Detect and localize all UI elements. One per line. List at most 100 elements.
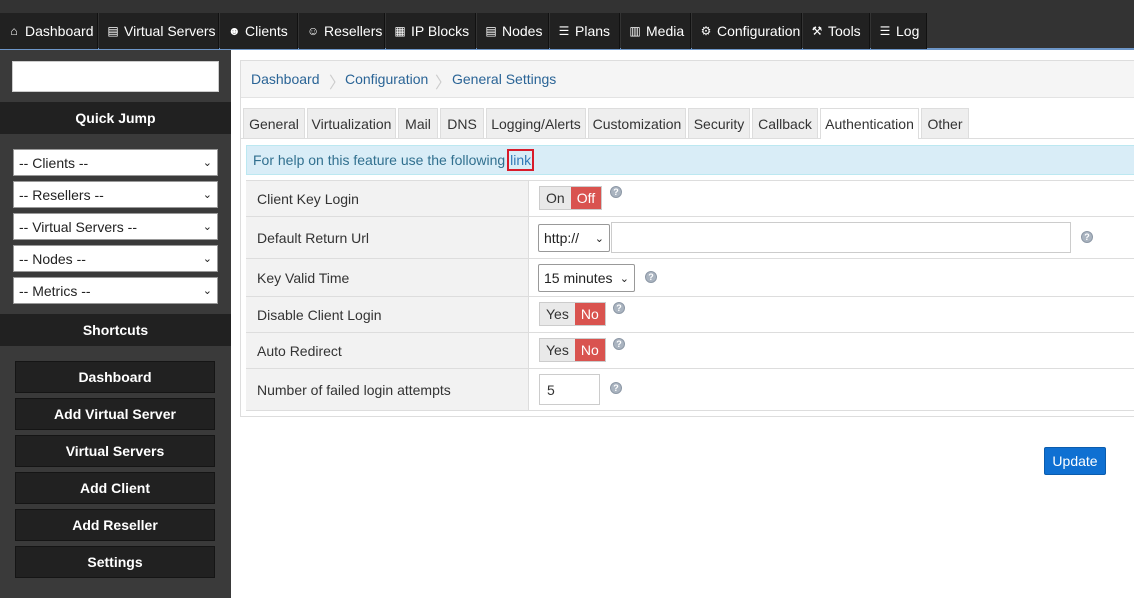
nav-configuration[interactable]: ⚙ Configuration — [692, 13, 802, 49]
setting-label: Default Return Url — [246, 217, 529, 258]
chevron-down-icon: ⌄ — [202, 189, 212, 201]
shortcut-settings-button[interactable]: Settings — [15, 546, 215, 578]
breadcrumb-dashboard-link[interactable]: Dashboard — [251, 71, 320, 87]
toggle-on-option[interactable]: On — [540, 187, 571, 209]
chevron-down-icon: ⌄ — [202, 157, 212, 169]
nav-label: Virtual Servers — [124, 23, 216, 39]
quick-jump-metrics-select[interactable]: -- Metrics -- ⌄ — [13, 277, 218, 304]
quick-jump-virtual-servers-select[interactable]: -- Virtual Servers -- ⌄ — [13, 213, 218, 240]
nav-dashboard[interactable]: ⌂ Dashboard — [0, 13, 98, 49]
shortcut-add-client-button[interactable]: Add Client — [15, 472, 215, 504]
chevron-down-icon: ⌄ — [619, 272, 629, 285]
quick-jump-nodes-select[interactable]: -- Nodes -- ⌄ — [13, 245, 218, 272]
help-icon[interactable]: ? — [645, 271, 657, 283]
nav-label: Nodes — [502, 23, 543, 39]
nav-nodes[interactable]: ▤ Nodes — [477, 13, 549, 49]
chevron-down-icon: ⌄ — [202, 253, 212, 265]
breadcrumb-separator: 〉 — [435, 75, 452, 92]
nav-virtual-servers[interactable]: ▤ Virtual Servers — [99, 13, 219, 49]
tab-logging-alerts[interactable]: Logging/Alerts — [486, 108, 586, 138]
nav-media[interactable]: ▥ Media — [621, 13, 691, 49]
tab-customization[interactable]: Customization — [588, 108, 686, 138]
shortcut-add-reseller-button[interactable]: Add Reseller — [15, 509, 215, 541]
nav-label: Plans — [575, 23, 611, 39]
nav-ip-blocks[interactable]: ▦ IP Blocks — [386, 13, 476, 49]
return-url-protocol-select[interactable]: http:// ⌄ — [538, 224, 610, 252]
select-value: http:// — [544, 230, 580, 246]
nav-label: Dashboard — [25, 23, 94, 39]
help-info-bar: For help on this feature use the followi… — [246, 145, 1134, 175]
breadcrumb-current-page: General Settings — [452, 71, 557, 87]
select-value: -- Virtual Servers -- — [19, 218, 137, 235]
help-icon[interactable]: ? — [610, 382, 622, 394]
shortcut-add-virtual-server-button[interactable]: Add Virtual Server — [15, 398, 215, 430]
toggle-no-option[interactable]: No — [574, 303, 605, 325]
shortcut-dashboard-button[interactable]: Dashboard — [15, 361, 215, 393]
nav-label: Resellers — [324, 23, 383, 39]
help-icon[interactable]: ? — [1081, 231, 1093, 243]
server-icon: ▤ — [107, 24, 119, 38]
breadcrumb: Dashboard 〉 Configuration 〉 General Sett… — [241, 61, 1134, 98]
tab-security[interactable]: Security — [688, 108, 750, 138]
breadcrumb-configuration-link[interactable]: Configuration — [345, 71, 428, 87]
quick-jump-clients-select[interactable]: -- Clients -- ⌄ — [13, 149, 218, 176]
tab-general[interactable]: General — [243, 108, 305, 138]
update-button[interactable]: Update — [1044, 447, 1106, 475]
setting-label: Client Key Login — [246, 181, 529, 216]
toggle-yes-option[interactable]: Yes — [540, 303, 575, 325]
tab-dns[interactable]: DNS — [440, 108, 484, 138]
home-icon: ⌂ — [10, 24, 18, 38]
failed-login-attempts-input[interactable]: 5 — [539, 374, 600, 405]
setting-row-failed-login-attempts: Number of failed login attempts — [246, 368, 1134, 410]
tab-other[interactable]: Other — [921, 108, 969, 138]
setting-label: Number of failed login attempts — [246, 369, 529, 410]
setting-row-client-key-login: Client Key Login — [246, 180, 1134, 216]
setting-row-auto-redirect: Auto Redirect — [246, 332, 1134, 368]
setting-label: Auto Redirect — [246, 333, 529, 368]
toggle-off-option[interactable]: Off — [570, 187, 602, 209]
auto-redirect-toggle[interactable]: Yes No — [539, 338, 606, 362]
user-icon: ☺ — [307, 24, 320, 38]
toggle-yes-option[interactable]: Yes — [540, 339, 575, 361]
tab-virtualization[interactable]: Virtualization — [307, 108, 396, 138]
select-value: -- Clients -- — [19, 154, 89, 171]
quick-jump-resellers-select[interactable]: -- Resellers -- ⌄ — [13, 181, 218, 208]
sidebar: Quick Jump -- Clients -- ⌄ -- Resellers -… — [0, 50, 231, 598]
setting-label: Key Valid Time — [246, 259, 529, 296]
select-value: -- Resellers -- — [19, 186, 104, 203]
key-valid-time-select[interactable]: 15 minutes ⌄ — [538, 264, 635, 292]
help-icon[interactable]: ? — [613, 302, 625, 314]
gear-icon: ⚙ — [700, 24, 712, 38]
list-lines-icon: ☰ — [879, 24, 891, 38]
nav-label: Media — [646, 23, 685, 39]
nav-tools[interactable]: ⚒ Tools — [803, 13, 870, 49]
chevron-down-icon: ⌄ — [202, 285, 212, 297]
sidebar-search-input[interactable] — [12, 61, 219, 92]
list-icon: ☰ — [558, 24, 570, 38]
toggle-no-option[interactable]: No — [574, 339, 605, 361]
tab-mail[interactable]: Mail — [398, 108, 438, 138]
help-text: For help on this feature use the followi… — [253, 152, 506, 168]
wrench-icon: ⚒ — [811, 24, 823, 38]
help-icon[interactable]: ? — [613, 338, 625, 350]
select-value: -- Metrics -- — [19, 282, 91, 299]
nav-plans[interactable]: ☰ Plans — [550, 13, 620, 49]
disable-client-login-toggle[interactable]: Yes No — [539, 302, 606, 326]
users-icon: ☻ — [228, 24, 241, 38]
top-navigation: ⌂ Dashboard ▤ Virtual Servers ☻ Clients ☺ Re… — [0, 0, 1134, 50]
nav-log[interactable]: ☰ Log — [871, 13, 927, 49]
client-key-login-toggle[interactable]: On Off — [539, 186, 603, 210]
tab-authentication[interactable]: Authentication — [820, 108, 919, 139]
shortcut-virtual-servers-button[interactable]: Virtual Servers — [15, 435, 215, 467]
setting-label: Disable Client Login — [246, 297, 529, 332]
nav-label: Configuration — [717, 23, 801, 39]
file-icon: ▥ — [629, 24, 641, 38]
nav-clients[interactable]: ☻ Clients — [220, 13, 298, 49]
nav-label: Clients — [245, 23, 288, 39]
nav-resellers[interactable]: ☺ Resellers — [299, 13, 385, 49]
setting-row-key-valid-time: Key Valid Time — [246, 258, 1134, 296]
help-link[interactable]: link — [507, 149, 535, 171]
return-url-input[interactable] — [611, 222, 1071, 253]
help-icon[interactable]: ? — [610, 186, 622, 198]
tab-callback[interactable]: Callback — [752, 108, 818, 138]
